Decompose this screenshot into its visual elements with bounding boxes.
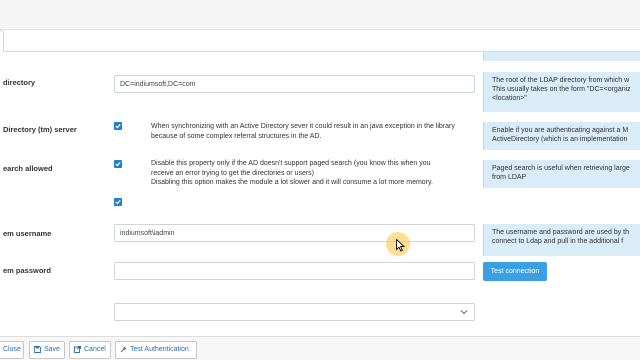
save-icon <box>34 345 41 353</box>
system-password-input[interactable] <box>114 262 475 280</box>
description-line: receive an error trying to get the direc… <box>151 169 315 177</box>
field-label-active-directory: Directory (tm) server <box>3 125 77 134</box>
active-directory-checkbox[interactable] <box>114 122 122 130</box>
tab-strip <box>0 30 640 52</box>
help-line: <location>" <box>492 95 527 102</box>
description-line: Disable this property only if the AD doe… <box>151 160 431 167</box>
paged-search-checkbox[interactable] <box>114 160 122 168</box>
chevron-down-icon <box>460 310 468 315</box>
help-line: from LDAP <box>492 174 527 181</box>
help-line: This usually takes on the form "DC=<orga… <box>492 86 631 93</box>
field-label-directory: directory <box>3 78 36 87</box>
test-authentication-icon <box>120 346 127 352</box>
help-line: connect to Ldap and pull in the addition… <box>492 238 624 245</box>
test-authentication-button[interactable]: Test Authentication <box>115 341 197 359</box>
field-label-paged-search: earch allowed <box>3 164 53 173</box>
test-connection-button[interactable]: Test connection <box>483 262 547 281</box>
option-checkbox[interactable] <box>114 198 122 206</box>
help-line: ActiveDirectory (which is an implementat… <box>492 136 628 143</box>
check-icon <box>115 199 121 205</box>
help-box-active-directory: Enable if you are authenticating against… <box>483 122 640 150</box>
field-label-password: em password <box>3 266 51 275</box>
cancel-button[interactable]: Cancel <box>69 341 111 359</box>
help-box-partial <box>483 52 640 61</box>
help-box-paged-search: Paged search is useful when retrieving l… <box>483 160 640 188</box>
cancel-label: Cancel <box>84 346 106 353</box>
help-box-credentials: The username and password are used by th… <box>483 224 640 256</box>
help-line: Paged search is useful when retrieving l… <box>492 165 630 172</box>
cancel-icon <box>74 345 81 353</box>
active-directory-description: When synchronizing with an Active Direct… <box>151 123 455 140</box>
top-toolbar <box>0 0 640 30</box>
help-line: The root of the LDAP directory from whic… <box>492 77 630 84</box>
check-icon <box>115 123 121 129</box>
save-button[interactable]: Save <box>29 341 65 359</box>
field-label-username: em username <box>3 229 52 238</box>
help-line: The username and password are used by th <box>492 229 629 236</box>
close-button[interactable]: Close <box>0 341 24 359</box>
description-line: Disabling this option makes the module a… <box>151 179 433 186</box>
paged-search-description: Disable this property only if the AD doe… <box>151 159 481 188</box>
close-label: Close <box>3 346 21 353</box>
save-label: Save <box>44 346 60 353</box>
mouse-pointer-icon <box>396 239 405 252</box>
check-icon <box>115 161 121 167</box>
tab-active[interactable] <box>0 30 4 52</box>
help-box-base-directory: The root of the LDAP directory from whic… <box>483 72 640 112</box>
system-username-input[interactable]: indiumsoft\iadmin <box>114 224 475 242</box>
base-directory-input[interactable]: DC=indiumsoft,DC=com <box>114 75 475 93</box>
option-select[interactable] <box>114 303 475 321</box>
help-line: Enable if you are authenticating against… <box>492 127 629 134</box>
test-authentication-label: Test Authentication <box>130 346 189 353</box>
